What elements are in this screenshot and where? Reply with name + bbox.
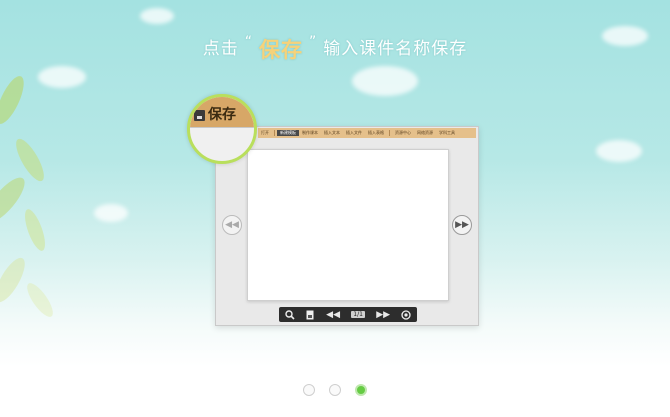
menu-item-insert-file[interactable]: 插入文件 (343, 130, 365, 136)
menu-item-web-resources[interactable]: 网络资源 (414, 130, 436, 136)
page-indicator: 1/1 (351, 311, 365, 318)
menu-separator (274, 130, 275, 136)
prev-page-icon[interactable]: ◀◀ (326, 310, 340, 320)
page-tool-icon[interactable] (306, 310, 315, 320)
menu-item-insert-table[interactable]: 插入表格 (365, 130, 387, 136)
menu-item-resource-center[interactable]: 资源中心 (392, 130, 414, 136)
next-page-button[interactable]: ▶▶ (452, 215, 472, 235)
pagination-dot-2[interactable] (329, 384, 341, 396)
divider (190, 127, 254, 128)
app-window-preview: 打开 新建模板 制作课本 插入文本 插入文件 插入表格 资源中心 网络资源 学科… (215, 126, 479, 326)
page-canvas[interactable] (247, 149, 449, 301)
menu-separator (389, 130, 390, 136)
menu-bar: 打开 新建模板 制作课本 插入文本 插入文件 插入表格 资源中心 网络资源 学科… (258, 128, 476, 138)
cloud (140, 8, 174, 24)
rewind-icon: ◀◀ (225, 220, 239, 230)
cloud (94, 204, 128, 222)
pagination-dots (0, 384, 670, 396)
menu-item-subject-tools[interactable]: 学科工具 (436, 130, 458, 136)
magnified-menu-band: 保存 (190, 97, 254, 127)
instruction-highlight: 保存 (259, 38, 303, 62)
cloud (352, 66, 418, 96)
menu-item-make-book[interactable]: 制作课本 (299, 130, 321, 136)
pagination-dot-3-active[interactable] (355, 384, 367, 396)
leaves-decoration (0, 76, 53, 317)
pagination-dot-1[interactable] (303, 384, 315, 396)
instruction-text: 点击 “ 保存 ” 输入课件名称保存 (0, 34, 670, 64)
save-magnifier-callout: 保存 (187, 94, 257, 164)
instruction-suffix: 输入课件名称保存 (323, 39, 468, 59)
menu-item-new-template[interactable]: 新建模板 (277, 130, 299, 136)
close-quote: ” (309, 34, 318, 50)
save-icon[interactable] (194, 109, 205, 121)
next-page-icon[interactable]: ▶▶ (376, 310, 390, 320)
search-icon[interactable] (284, 309, 295, 320)
bottom-toolbar: ◀◀ 1/1 ▶▶ (279, 307, 417, 322)
cloud (596, 140, 642, 162)
menu-item-insert-text[interactable]: 插入文本 (321, 130, 343, 136)
instruction-prefix: 点击 (202, 39, 239, 59)
save-label[interactable]: 保存 (208, 104, 236, 124)
open-quote: “ (244, 34, 253, 50)
menu-item-open[interactable]: 打开 (258, 130, 272, 136)
prev-page-button[interactable]: ◀◀ (222, 215, 242, 235)
fast-forward-icon: ▶▶ (455, 220, 469, 230)
settings-icon[interactable] (401, 309, 411, 320)
